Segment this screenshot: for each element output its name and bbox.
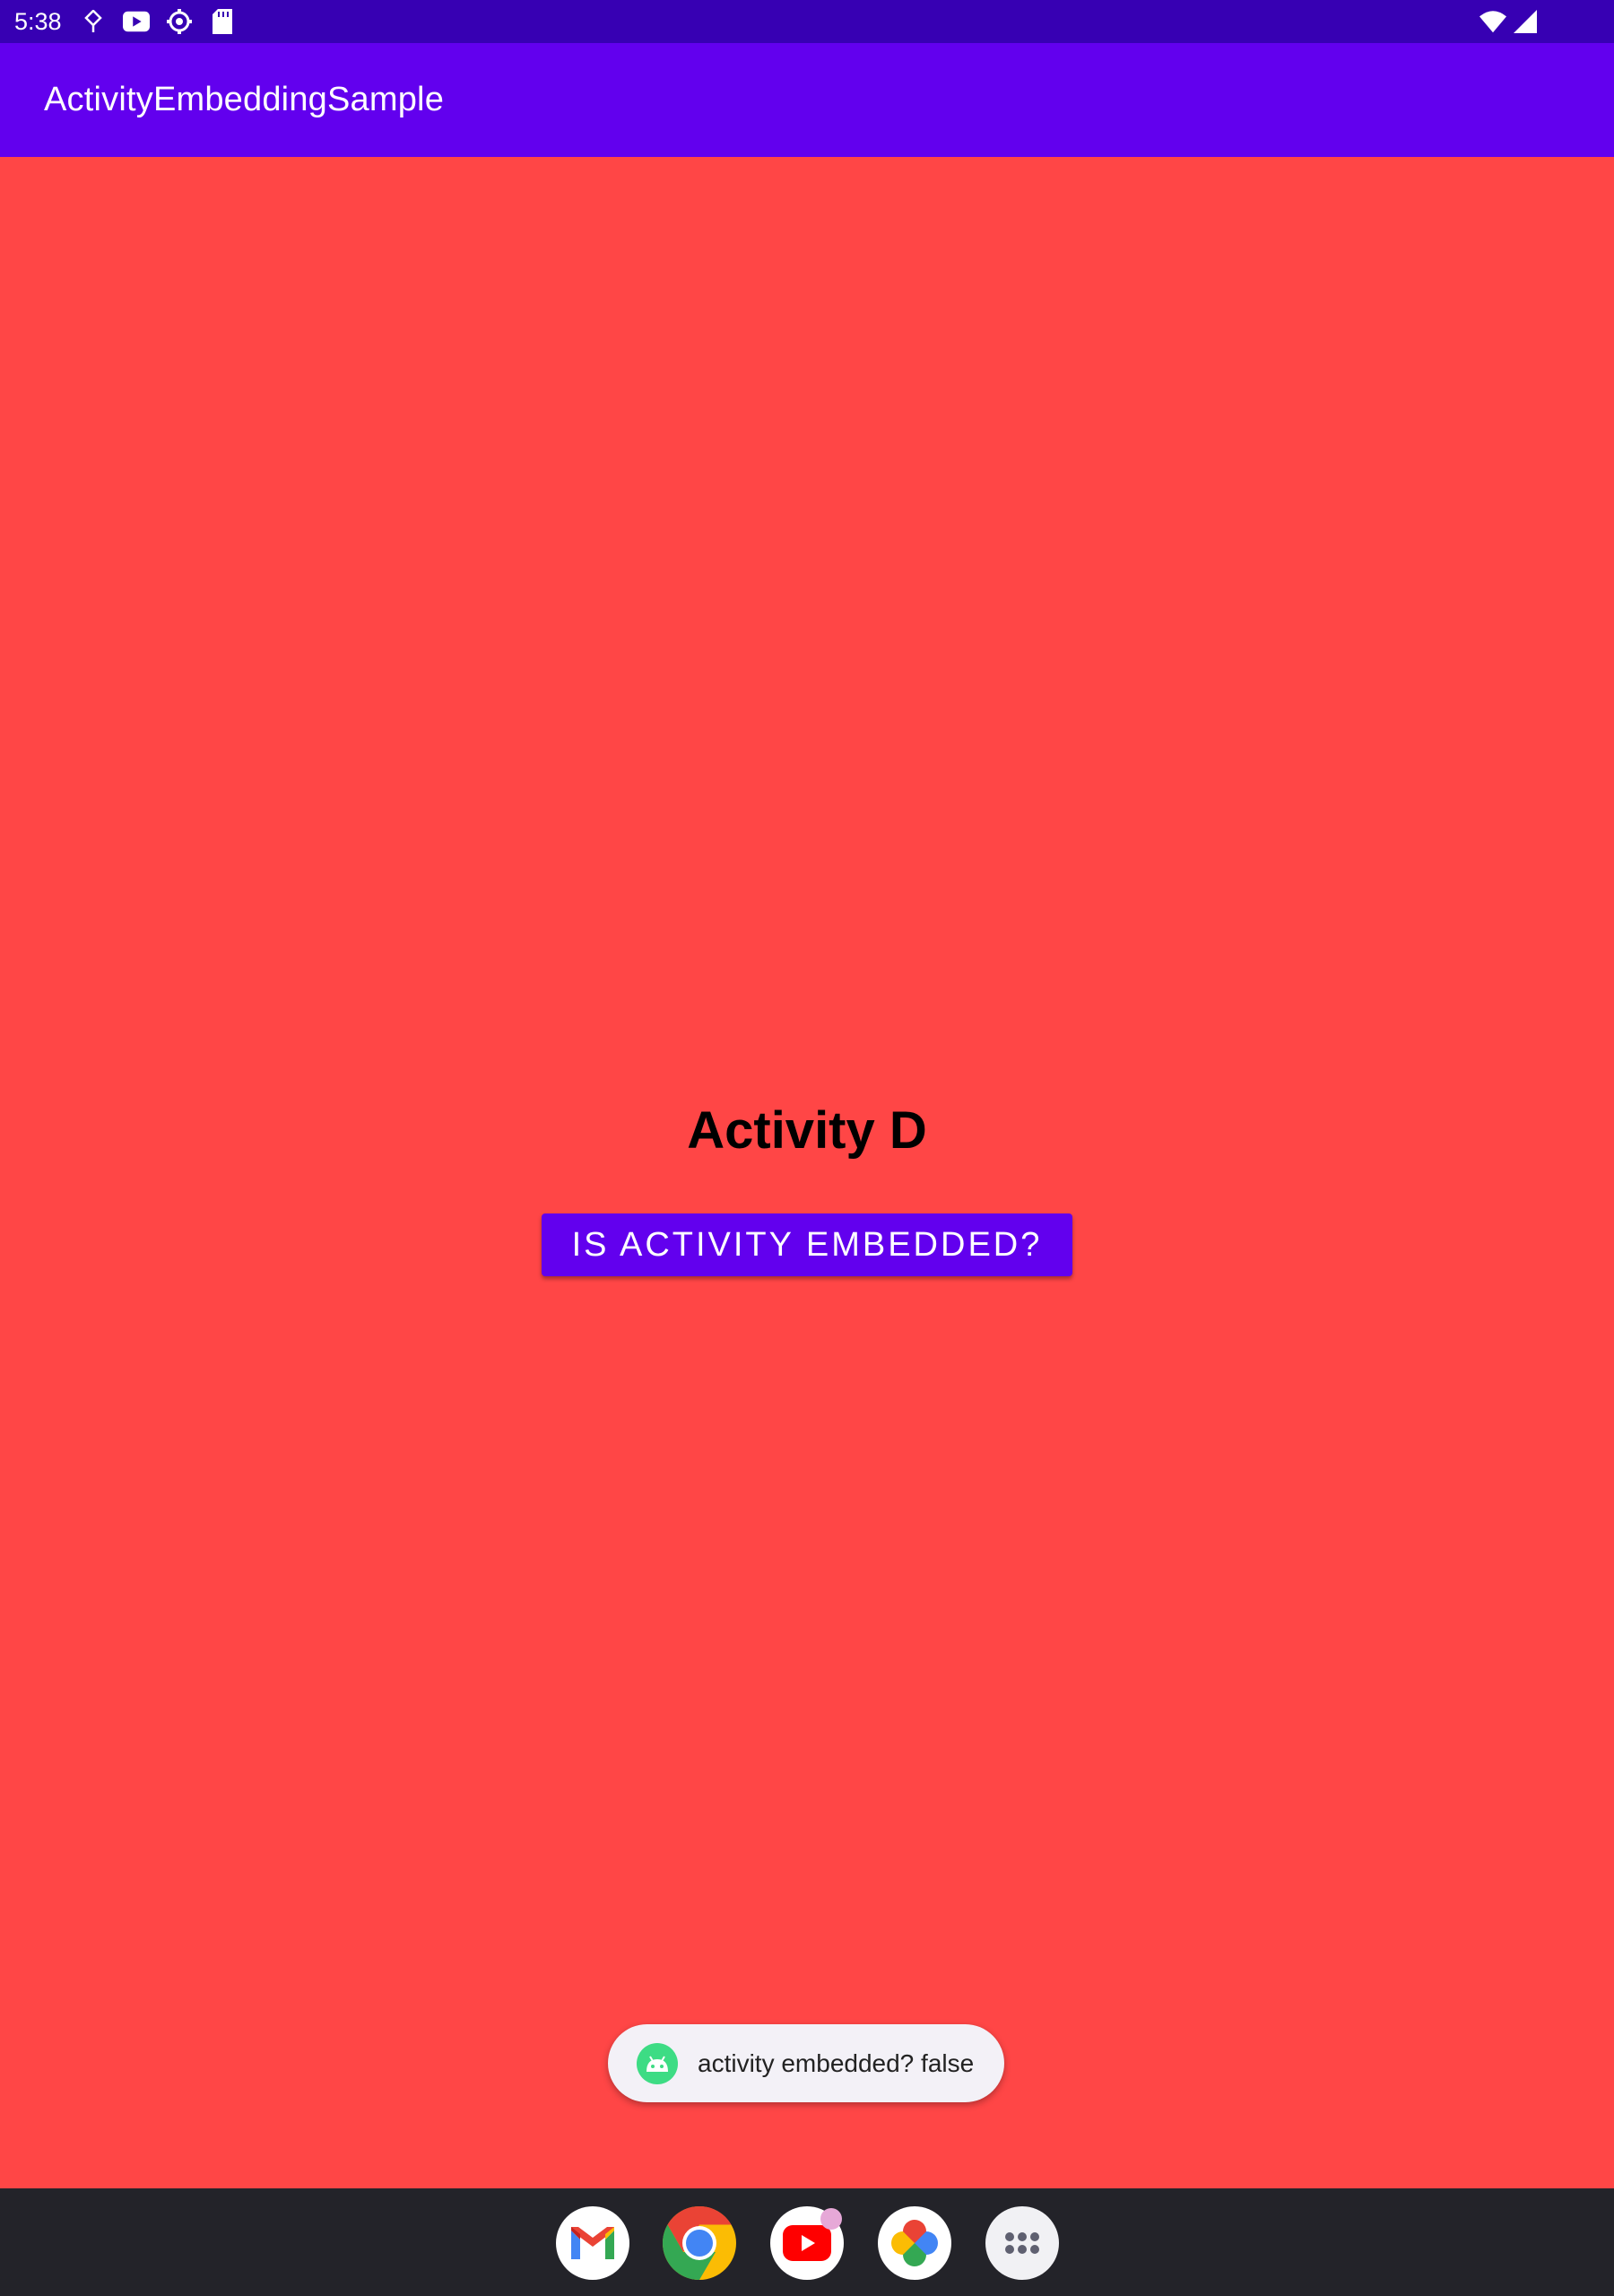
status-icons-left — [80, 8, 236, 35]
location-icon — [80, 8, 107, 35]
settings-gear-icon — [166, 8, 193, 35]
youtube-icon — [122, 8, 150, 35]
chrome-icon[interactable] — [663, 2206, 736, 2280]
photos-icon[interactable] — [878, 2206, 951, 2280]
status-time: 5:38 — [14, 7, 62, 35]
gmail-icon[interactable] — [556, 2206, 629, 2280]
is-activity-embedded-button[interactable]: IS ACTIVITY EMBEDDED? — [542, 1213, 1072, 1276]
wifi-icon — [1480, 8, 1506, 35]
activity-title: Activity D — [687, 1101, 927, 1160]
sd-card-icon — [209, 8, 236, 35]
notification-badge — [820, 2208, 842, 2230]
taskbar — [0, 2188, 1614, 2296]
app-bar: ActivityEmbeddingSample — [0, 43, 1614, 157]
app-drawer-icon[interactable] — [985, 2206, 1059, 2280]
youtube-icon[interactable] — [770, 2206, 844, 2280]
status-icons-right — [1480, 8, 1539, 35]
app-title: ActivityEmbeddingSample — [44, 81, 445, 118]
toast-text: activity embedded? false — [698, 2048, 975, 2077]
activity-content: Activity D IS ACTIVITY EMBEDDED? — [0, 157, 1614, 2188]
android-icon — [637, 2042, 678, 2084]
status-bar: 5:38 — [0, 0, 1614, 43]
toast-message: activity embedded? false — [608, 2024, 1004, 2102]
cell-signal-icon — [1512, 8, 1539, 35]
